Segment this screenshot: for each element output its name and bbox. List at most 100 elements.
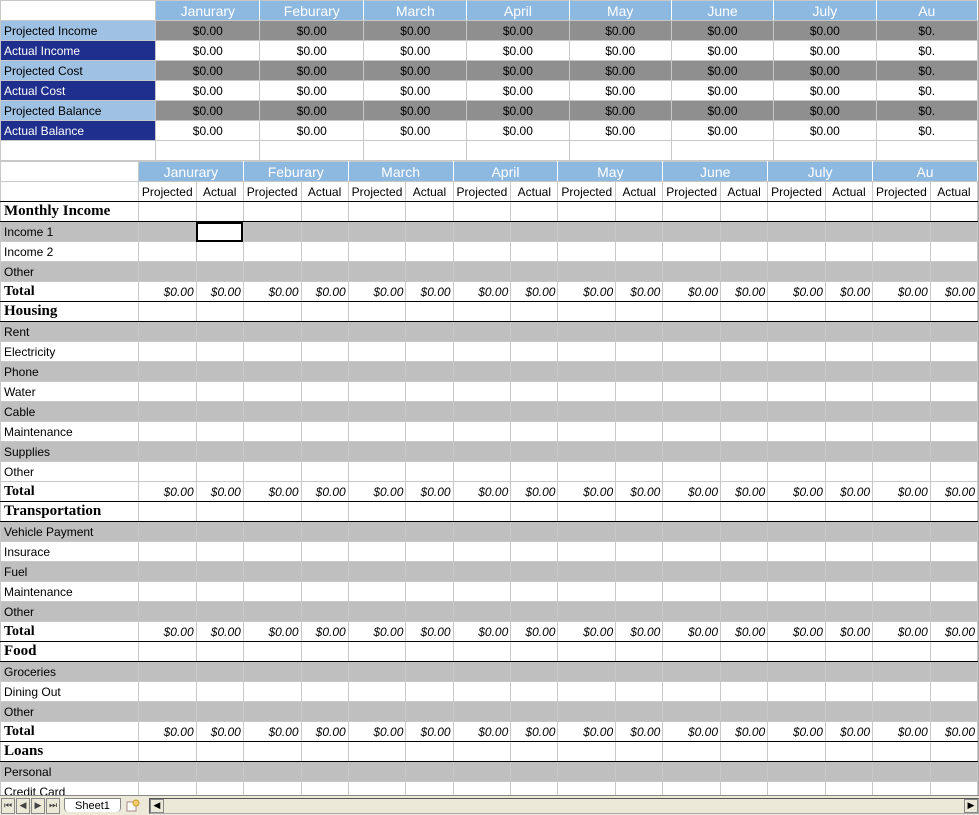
total-cell[interactable]: $0.00 bbox=[301, 722, 348, 742]
summary-row-label[interactable]: Projected Balance bbox=[1, 101, 156, 121]
data-cell[interactable] bbox=[930, 762, 977, 782]
data-cell[interactable] bbox=[138, 582, 196, 602]
data-cell[interactable] bbox=[348, 382, 406, 402]
data-cell[interactable] bbox=[453, 322, 511, 342]
data-cell[interactable] bbox=[196, 322, 243, 342]
summary-cell[interactable]: $0. bbox=[876, 41, 978, 61]
data-cell[interactable] bbox=[558, 602, 616, 622]
data-cell[interactable] bbox=[453, 222, 511, 242]
data-cell[interactable] bbox=[138, 702, 196, 722]
data-cell[interactable] bbox=[873, 562, 931, 582]
summary-row-label[interactable]: Actual Income bbox=[1, 41, 156, 61]
data-cell[interactable] bbox=[196, 662, 243, 682]
data-cell[interactable] bbox=[348, 602, 406, 622]
tab-nav-first[interactable]: ⏮ bbox=[1, 798, 15, 814]
detail-subheader[interactable]: Actual bbox=[721, 182, 768, 202]
hscroll-left-arrow[interactable]: ◀ bbox=[150, 799, 164, 813]
data-cell[interactable] bbox=[663, 342, 721, 362]
item-label-cell[interactable]: Maintenance bbox=[1, 422, 139, 442]
data-cell[interactable] bbox=[930, 422, 977, 442]
data-cell[interactable] bbox=[825, 562, 872, 582]
data-cell[interactable] bbox=[930, 702, 977, 722]
summary-cell[interactable]: $0.00 bbox=[156, 101, 260, 121]
data-cell[interactable] bbox=[873, 362, 931, 382]
total-cell[interactable]: $0.00 bbox=[825, 722, 872, 742]
data-cell[interactable] bbox=[558, 402, 616, 422]
total-cell[interactable]: $0.00 bbox=[406, 482, 453, 502]
data-cell[interactable] bbox=[768, 342, 826, 362]
item-label-cell[interactable]: Cable bbox=[1, 402, 139, 422]
data-cell[interactable] bbox=[243, 262, 301, 282]
total-cell[interactable]: $0.00 bbox=[138, 282, 196, 302]
data-cell[interactable] bbox=[663, 782, 721, 796]
summary-month-header[interactable]: March bbox=[364, 1, 467, 21]
detail-subheader[interactable]: Projected bbox=[138, 182, 196, 202]
data-cell[interactable] bbox=[825, 582, 872, 602]
detail-month-header[interactable]: April bbox=[453, 162, 558, 182]
data-cell[interactable] bbox=[616, 262, 663, 282]
data-cell[interactable] bbox=[930, 582, 977, 602]
data-cell[interactable] bbox=[138, 342, 196, 362]
detail-subheader[interactable]: Actual bbox=[825, 182, 872, 202]
data-cell[interactable] bbox=[721, 362, 768, 382]
summary-cell[interactable]: $0.00 bbox=[467, 81, 569, 101]
data-cell[interactable] bbox=[873, 682, 931, 702]
total-cell[interactable]: $0.00 bbox=[138, 622, 196, 642]
data-cell[interactable] bbox=[825, 362, 872, 382]
data-cell[interactable] bbox=[348, 662, 406, 682]
section-header[interactable]: Transportation bbox=[1, 502, 139, 522]
data-cell[interactable] bbox=[768, 402, 826, 422]
data-cell[interactable] bbox=[768, 702, 826, 722]
data-cell[interactable] bbox=[616, 762, 663, 782]
data-cell[interactable] bbox=[243, 582, 301, 602]
data-cell[interactable] bbox=[558, 702, 616, 722]
data-cell[interactable] bbox=[453, 702, 511, 722]
item-label-cell[interactable]: Other bbox=[1, 462, 139, 482]
data-cell[interactable] bbox=[301, 422, 348, 442]
data-cell[interactable] bbox=[138, 462, 196, 482]
data-cell[interactable] bbox=[138, 242, 196, 262]
data-cell[interactable] bbox=[721, 402, 768, 422]
data-cell[interactable] bbox=[406, 342, 453, 362]
data-cell[interactable] bbox=[930, 602, 977, 622]
total-cell[interactable]: $0.00 bbox=[348, 282, 406, 302]
data-cell[interactable] bbox=[511, 442, 558, 462]
data-cell[interactable] bbox=[616, 582, 663, 602]
summary-cell[interactable]: $0.00 bbox=[364, 121, 467, 141]
summary-cell[interactable]: $0.00 bbox=[467, 101, 569, 121]
data-cell[interactable] bbox=[301, 522, 348, 542]
data-cell[interactable] bbox=[768, 782, 826, 796]
summary-cell[interactable]: $0.00 bbox=[774, 21, 876, 41]
item-label-cell[interactable]: Dining Out bbox=[1, 682, 139, 702]
data-cell[interactable] bbox=[768, 222, 826, 242]
data-cell[interactable] bbox=[825, 262, 872, 282]
total-cell[interactable]: $0.00 bbox=[616, 482, 663, 502]
total-cell[interactable]: $0.00 bbox=[348, 482, 406, 502]
item-label-cell[interactable]: Fuel bbox=[1, 562, 139, 582]
data-cell[interactable] bbox=[453, 582, 511, 602]
data-cell[interactable] bbox=[301, 562, 348, 582]
data-cell[interactable] bbox=[243, 762, 301, 782]
data-cell[interactable] bbox=[558, 542, 616, 562]
data-cell[interactable] bbox=[616, 362, 663, 382]
data-cell[interactable] bbox=[138, 442, 196, 462]
total-cell[interactable]: $0.00 bbox=[873, 282, 931, 302]
summary-cell[interactable]: $0.00 bbox=[156, 21, 260, 41]
data-cell[interactable] bbox=[558, 362, 616, 382]
data-cell[interactable] bbox=[511, 602, 558, 622]
total-cell[interactable]: $0.00 bbox=[243, 722, 301, 742]
data-cell[interactable] bbox=[721, 442, 768, 462]
data-cell[interactable] bbox=[243, 462, 301, 482]
data-cell[interactable] bbox=[453, 242, 511, 262]
total-cell[interactable]: $0.00 bbox=[663, 622, 721, 642]
data-cell[interactable] bbox=[453, 522, 511, 542]
data-cell[interactable] bbox=[721, 682, 768, 702]
data-cell[interactable] bbox=[301, 262, 348, 282]
data-cell[interactable] bbox=[558, 242, 616, 262]
detail-subheader[interactable]: Projected bbox=[663, 182, 721, 202]
data-cell[interactable] bbox=[663, 402, 721, 422]
data-cell[interactable] bbox=[663, 662, 721, 682]
data-cell[interactable] bbox=[558, 222, 616, 242]
summary-cell[interactable]: $0.00 bbox=[774, 101, 876, 121]
data-cell[interactable] bbox=[406, 782, 453, 796]
